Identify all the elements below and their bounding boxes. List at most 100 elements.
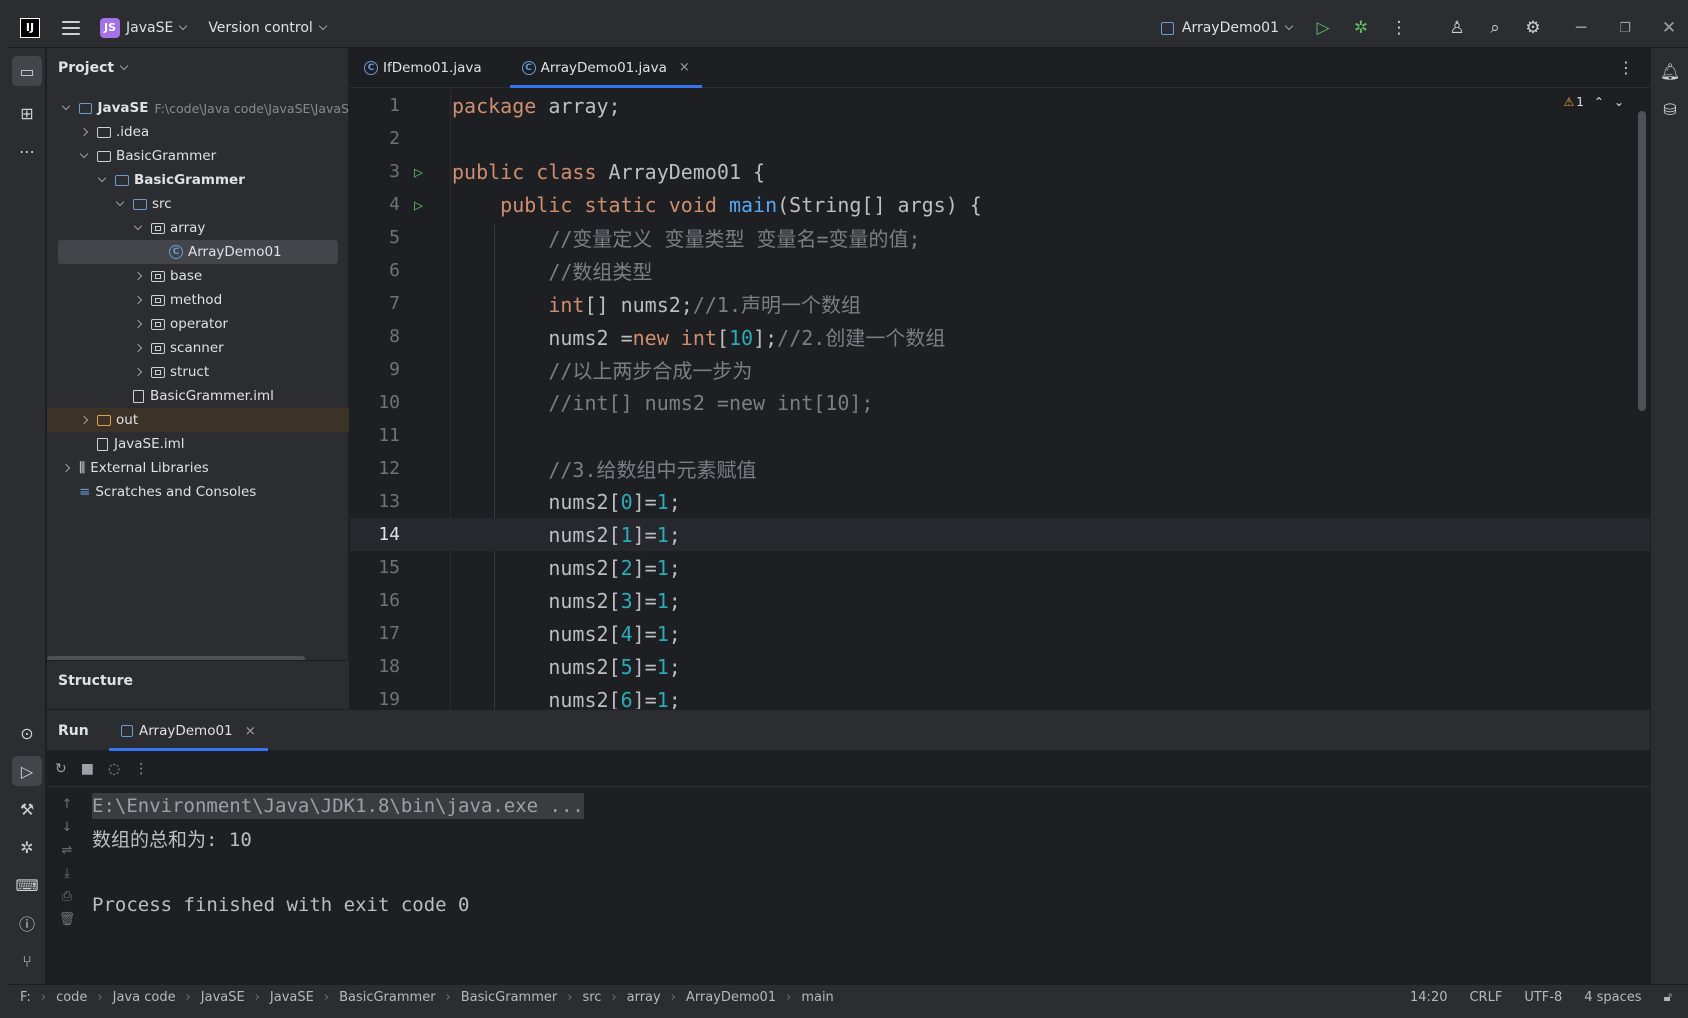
more-tools-icon[interactable]: ⋯ [12,136,42,166]
tree-item[interactable]: array [47,216,349,240]
close-icon[interactable]: ✕ [1650,8,1688,48]
indent-setting[interactable]: 4 spaces [1584,990,1641,1005]
close-icon[interactable]: × [679,60,690,75]
main-menu-icon[interactable] [62,20,80,35]
tree-toggle-icon[interactable] [79,127,89,137]
editor-tab[interactable]: C IfDemo01.java [352,48,494,88]
run-tab[interactable]: ArrayDemo01 × [109,711,268,751]
tree-toggle-icon[interactable] [61,463,71,473]
run-config-selector[interactable]: ArrayDemo01 [1182,20,1279,36]
project-tool-icon[interactable]: ▭ [12,56,42,86]
tree-item[interactable]: BasicGrammer [47,144,349,168]
file-encoding[interactable]: UTF-8 [1524,990,1562,1005]
tree-toggle-icon[interactable] [97,173,107,183]
breadcrumb-item[interactable]: Java code [113,990,176,1005]
settings-icon[interactable]: ⚙ [1514,8,1552,48]
code-line[interactable]: 16 nums2[3]=1; [350,584,1650,617]
code-area[interactable]: ⚠ 1 ⌃ ⌄ 1 package array; 2 3 ▷ public class A… [350,89,1650,709]
chevron-right-icon[interactable] [61,463,71,473]
tree-toggle-icon[interactable] [79,149,89,159]
tree-toggle-icon[interactable] [133,271,143,281]
tree-toggle-icon[interactable] [133,295,143,305]
code-line[interactable]: 4 ▷ public static void main(String[] args… [350,188,1650,221]
code-line[interactable]: 2 [350,122,1650,155]
scroll-down-icon[interactable]: ↓ [62,820,73,835]
breadcrumb-item[interactable]: code [56,990,87,1005]
code-line[interactable]: 14 nums2[1]=1; [350,518,1650,551]
tree-toggle-icon[interactable] [133,221,143,231]
chevron-right-icon[interactable] [79,127,89,137]
tree-toggle-icon[interactable] [115,197,125,207]
code-line[interactable]: 10 //int[] nums2 =new int[10]; [350,386,1650,419]
snapshot-icon[interactable]: ◌ [108,761,120,777]
search-icon[interactable]: ⌕ [1476,8,1514,48]
code-line[interactable]: 3 ▷ public class ArrayDemo01 { [350,155,1650,188]
structure-tool-icon[interactable]: ⊞ [12,98,42,128]
chevron-right-icon[interactable] [133,343,143,353]
chevron-right-icon[interactable] [133,295,143,305]
caret-position[interactable]: 14:20 [1410,990,1447,1005]
chevron-down-icon[interactable] [133,221,143,231]
run-gutter-icon[interactable]: ▷ [400,163,444,181]
code-line[interactable]: 7 int[] nums2;//1.声明一个数组 [350,287,1650,320]
tree-item[interactable]: C ArrayDemo01 [58,240,338,264]
code-line[interactable]: 8 nums2 =new int[10];//2.创建一个数组 [350,320,1650,353]
breadcrumb-item[interactable]: ArrayDemo01 [686,990,776,1005]
more-icon[interactable]: ⋮ [134,761,148,777]
chevron-down-icon[interactable] [119,61,129,71]
tree-item[interactable]: JavaSE F:\code\Java code\JavaSE\JavaS [47,96,349,120]
chevron-down-icon[interactable] [61,101,71,111]
breadcrumb-item[interactable]: main [801,990,833,1005]
code-line[interactable]: 11 [350,419,1650,452]
rerun-icon[interactable]: ↻ [55,761,67,777]
chevron-down-icon[interactable] [1284,21,1294,31]
chevron-down-icon[interactable] [115,197,125,207]
intellij-logo-icon[interactable]: IJ [20,17,40,38]
code-line[interactable]: 5 //变量定义 变量类型 变量名=变量的值; [350,221,1650,254]
code-line[interactable]: 13 nums2[0]=1; [350,485,1650,518]
tree-item[interactable]: base [47,264,349,288]
tree-item[interactable]: BasicGrammer.iml [47,384,349,408]
tree-item[interactable]: scanner [47,336,349,360]
project-switcher[interactable]: JavaSE [126,20,173,36]
code-line[interactable]: 6 //数组类型 [350,254,1650,287]
close-icon[interactable]: × [245,723,256,739]
run-panel-title[interactable]: Run [47,723,109,739]
database-icon[interactable]: ⛁ [1655,94,1685,124]
editor-tab[interactable]: C ArrayDemo01.java × [509,48,702,88]
add-user-icon[interactable]: ♙ [1438,8,1476,48]
run-gutter-icon[interactable]: ▷ [400,196,444,214]
debug-icon[interactable]: ✲ [1342,8,1380,48]
vcs-menu[interactable]: Version control [208,20,312,36]
chevron-right-icon[interactable] [133,367,143,377]
run-tool-icon[interactable]: ▷ [12,756,42,786]
project-badge[interactable]: JS [100,17,120,38]
debug-tool-icon[interactable]: ✲ [12,832,42,862]
breadcrumb-item[interactable]: JavaSE [270,990,314,1005]
chevron-down-icon[interactable] [79,149,89,159]
stop-icon[interactable]: ■ [81,761,94,777]
code-editor[interactable]: ⋮ C IfDemo01.java C ArrayDemo01.java × ⚠ 1 ⌃… [350,48,1650,709]
build-icon[interactable]: ⚒ [12,794,42,824]
more-icon[interactable]: ⋮ [1618,58,1634,77]
minimize-icon[interactable]: ─ [1562,8,1600,48]
restore-icon[interactable]: ❐ [1606,8,1644,48]
breadcrumb-item[interactable]: JavaSE [201,990,245,1005]
breadcrumb-item[interactable]: F: [20,990,31,1005]
code-line[interactable]: 17 nums2[4]=1; [350,617,1650,650]
tree-item[interactable]: struct [47,360,349,384]
tree-toggle-icon[interactable] [61,101,71,111]
run-icon[interactable]: ▷ [1304,8,1342,48]
more-icon[interactable]: ⋮ [1380,8,1418,48]
scroll-up-icon[interactable]: ↑ [62,797,73,812]
breadcrumb-item[interactable]: array [627,990,661,1005]
tree-item[interactable]: ≡ Scratches and Consoles [47,480,349,504]
tree-item[interactable]: JavaSE.iml [47,432,349,456]
console-output[interactable]: E:\Environment\Java\JDK1.8\bin\java.exe … [92,789,584,921]
breadcrumb-item[interactable]: BasicGrammer [339,990,435,1005]
tree-item[interactable]: out [47,408,349,432]
tree-item[interactable]: operator [47,312,349,336]
tree-toggle-icon[interactable] [133,319,143,329]
code-line[interactable]: 15 nums2[2]=1; [350,551,1650,584]
clear-icon[interactable]: 🗑︎ [59,912,76,927]
